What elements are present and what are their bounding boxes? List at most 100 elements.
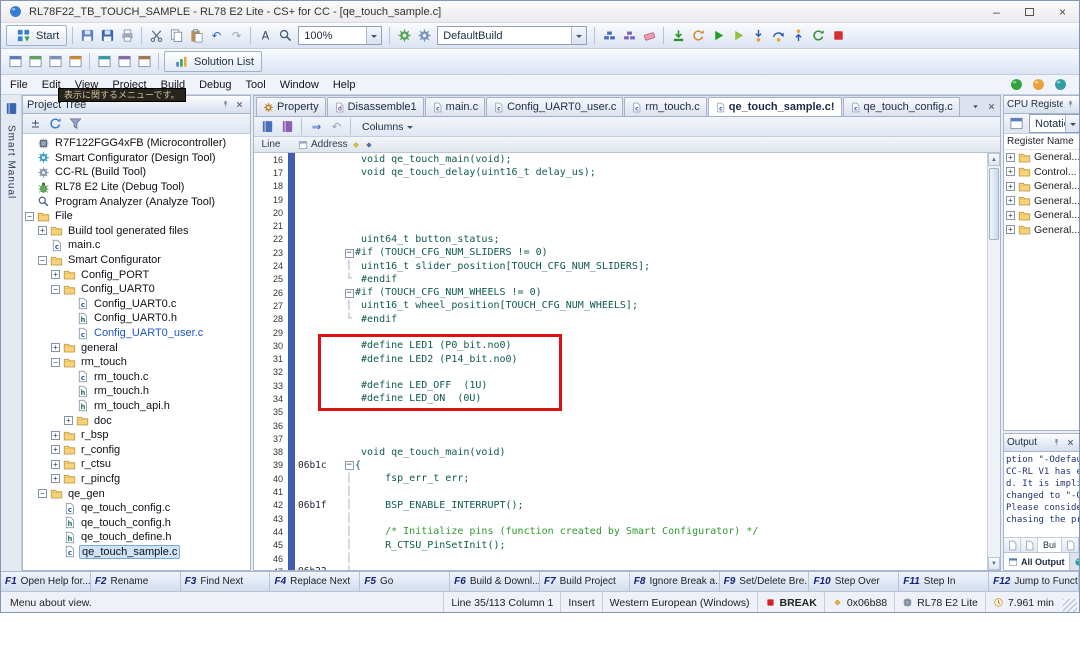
jump-back-icon[interactable]: ↶ [327,118,345,136]
ignore-break-go-icon[interactable] [729,27,747,45]
code-line-26[interactable]: 26−#if (TOUCH_CFG_NUM_WHEELS != 0) [254,286,987,299]
code-area[interactable]: 16 void qe_touch_main(void);17 void qe_t… [254,153,1000,570]
expand-icon[interactable]: + [64,416,73,425]
line-number[interactable]: 21 [254,221,288,231]
tree-item-config-uart0-h[interactable]: hConfig_UART0.h [23,311,250,326]
build-config-select[interactable]: DefaultBuild [437,26,587,45]
cpu-register-header[interactable]: CPU Register [1004,96,1080,114]
code-line-43[interactable]: 43│ [254,512,987,525]
restart-icon[interactable] [809,27,827,45]
fkey-f6[interactable]: F6Build & Downl... [450,572,540,591]
code-line-17[interactable]: 17 void qe_touch_delay(uint16_t delay_us… [254,166,987,179]
maximize-button[interactable] [1013,1,1046,22]
copy-icon[interactable] [167,27,185,45]
collapse-icon[interactable]: − [51,358,60,367]
columns-button[interactable]: Columns [356,120,419,134]
watch-panel-icon[interactable] [95,53,113,71]
expand-icon[interactable]: + [1006,196,1015,205]
tree-item-main-c[interactable]: cmain.c [23,238,250,253]
output-subtab3-icon[interactable] [1062,538,1079,552]
line-number[interactable]: 39 [254,460,288,470]
save-project-icon[interactable] [78,27,96,45]
tab-property[interactable]: Property [256,97,326,116]
close-tab-icon[interactable] [984,100,998,113]
download-icon[interactable] [669,27,687,45]
line-number[interactable]: 42 [254,500,288,510]
expand-icon[interactable]: + [1006,211,1015,220]
code-line-20[interactable]: 20 [254,206,987,219]
line-number[interactable]: 43 [254,514,288,524]
fkey-f4[interactable]: F4Replace Next [270,572,360,591]
fold-toggle-icon[interactable]: − [345,249,354,258]
line-number[interactable]: 26 [254,288,288,298]
code-line-16[interactable]: 16 void qe_touch_main(void); [254,153,987,166]
fkey-f3[interactable]: F3Find Next [181,572,271,591]
menu-tool[interactable]: Tool [239,77,273,93]
print-icon[interactable] [118,27,136,45]
tab-config-uart0-user-c[interactable]: cConfig_UART0_user.c [486,97,623,116]
menu-help[interactable]: Help [326,77,363,93]
fkey-f11[interactable]: F11Step In [899,572,989,591]
scroll-up-icon[interactable]: ▲ [988,153,1000,166]
collapse-icon[interactable]: − [25,212,34,221]
jump-forward-icon[interactable]: ⇒ [307,118,325,136]
tree-item-r-pincfg[interactable]: +r_pincfg [23,472,250,487]
expand-icon[interactable]: + [51,460,60,469]
line-number[interactable]: 29 [254,328,288,338]
address-column-header[interactable]: Address [295,139,374,150]
tree-item-build-tool-generated-files[interactable]: +Build tool generated files [23,224,250,239]
rapid-build-icon[interactable] [395,27,413,45]
line-number[interactable]: 32 [254,367,288,377]
disassemble-panel-icon[interactable] [135,53,153,71]
code-line-45[interactable]: 45│ R_CTSU_PinSetInit(); [254,539,987,552]
solution-list-button[interactable]: Solution List [164,51,262,72]
tree-item-qe-touch-config-c[interactable]: cqe_touch_config.c [23,501,250,516]
scroll-down-icon[interactable]: ▼ [988,557,1000,570]
output-subtab-build[interactable]: Bui [1038,538,1062,552]
collapse-icon[interactable]: − [51,285,60,294]
line-number[interactable]: 25 [254,274,288,284]
pin-icon[interactable] [1049,436,1063,449]
help-circle-icon[interactable] [1007,76,1025,94]
return-out-icon[interactable] [789,27,807,45]
line-number[interactable]: 20 [254,208,288,218]
tree-item-file[interactable]: −File [23,209,250,224]
code-line-38[interactable]: 38 void qe_touch_main(void) [254,446,987,459]
code-line-44[interactable]: 44│ /* Initialize pins (function created… [254,525,987,538]
tree-item-program-analyzer-analyze-tool[interactable]: Program Analyzer (Analyze Tool) [23,194,250,209]
fkey-f5[interactable]: F5Go [360,572,450,591]
code-line-47[interactable]: 4706b22│ [254,565,987,570]
pin-icon[interactable] [218,98,232,111]
line-number[interactable]: 41 [254,487,288,497]
tree-item-config-port[interactable]: +Config_PORT [23,267,250,282]
smart-manual-tab[interactable]: Smart Manual [6,125,17,199]
code-line-46[interactable]: 46│ [254,552,987,565]
expand-icon[interactable]: + [51,343,60,352]
display-format-icon[interactable] [258,118,276,136]
expand-icon[interactable]: + [1006,182,1015,191]
line-number[interactable]: 35 [254,407,288,417]
expand-icon[interactable]: + [1006,225,1015,234]
close-icon[interactable] [1063,436,1077,449]
register-row-5[interactable]: +General... [1004,223,1080,238]
tree-item-config-uart0-user-c[interactable]: cConfig_UART0_user.c [23,326,250,341]
code-line-19[interactable]: 19 [254,193,987,206]
tree-item-cc-rl-build-tool[interactable]: CC-RL (Build Tool) [23,165,250,180]
line-number[interactable]: 33 [254,381,288,391]
code-line-42[interactable]: 4206b1f│ BSP_ENABLE_INTERRUPT(); [254,499,987,512]
output-subtab2-icon[interactable] [1021,538,1038,552]
line-number[interactable]: 36 [254,421,288,431]
line-number[interactable]: 31 [254,354,288,364]
minimize-button[interactable]: – [980,1,1013,22]
expand-icon[interactable]: + [51,431,60,440]
tree-item-rm-touch-api-h[interactable]: hrm_touch_api.h [23,399,250,414]
tab-qe-touch-config-c[interactable]: cqe_touch_config.c [843,97,960,116]
line-column-header[interactable]: Line [254,139,288,150]
output-header[interactable]: Output [1004,434,1080,452]
code-line-37[interactable]: 37 [254,432,987,445]
line-number[interactable]: 44 [254,527,288,537]
expand-collapse-icon[interactable]: ± [26,115,44,133]
tab-list-dropdown-icon[interactable] [968,100,982,113]
code-line-22[interactable]: 22 uint64_t button_status; [254,233,987,246]
output-tab-smart-browser[interactable]: Smart Browser [1070,553,1080,570]
